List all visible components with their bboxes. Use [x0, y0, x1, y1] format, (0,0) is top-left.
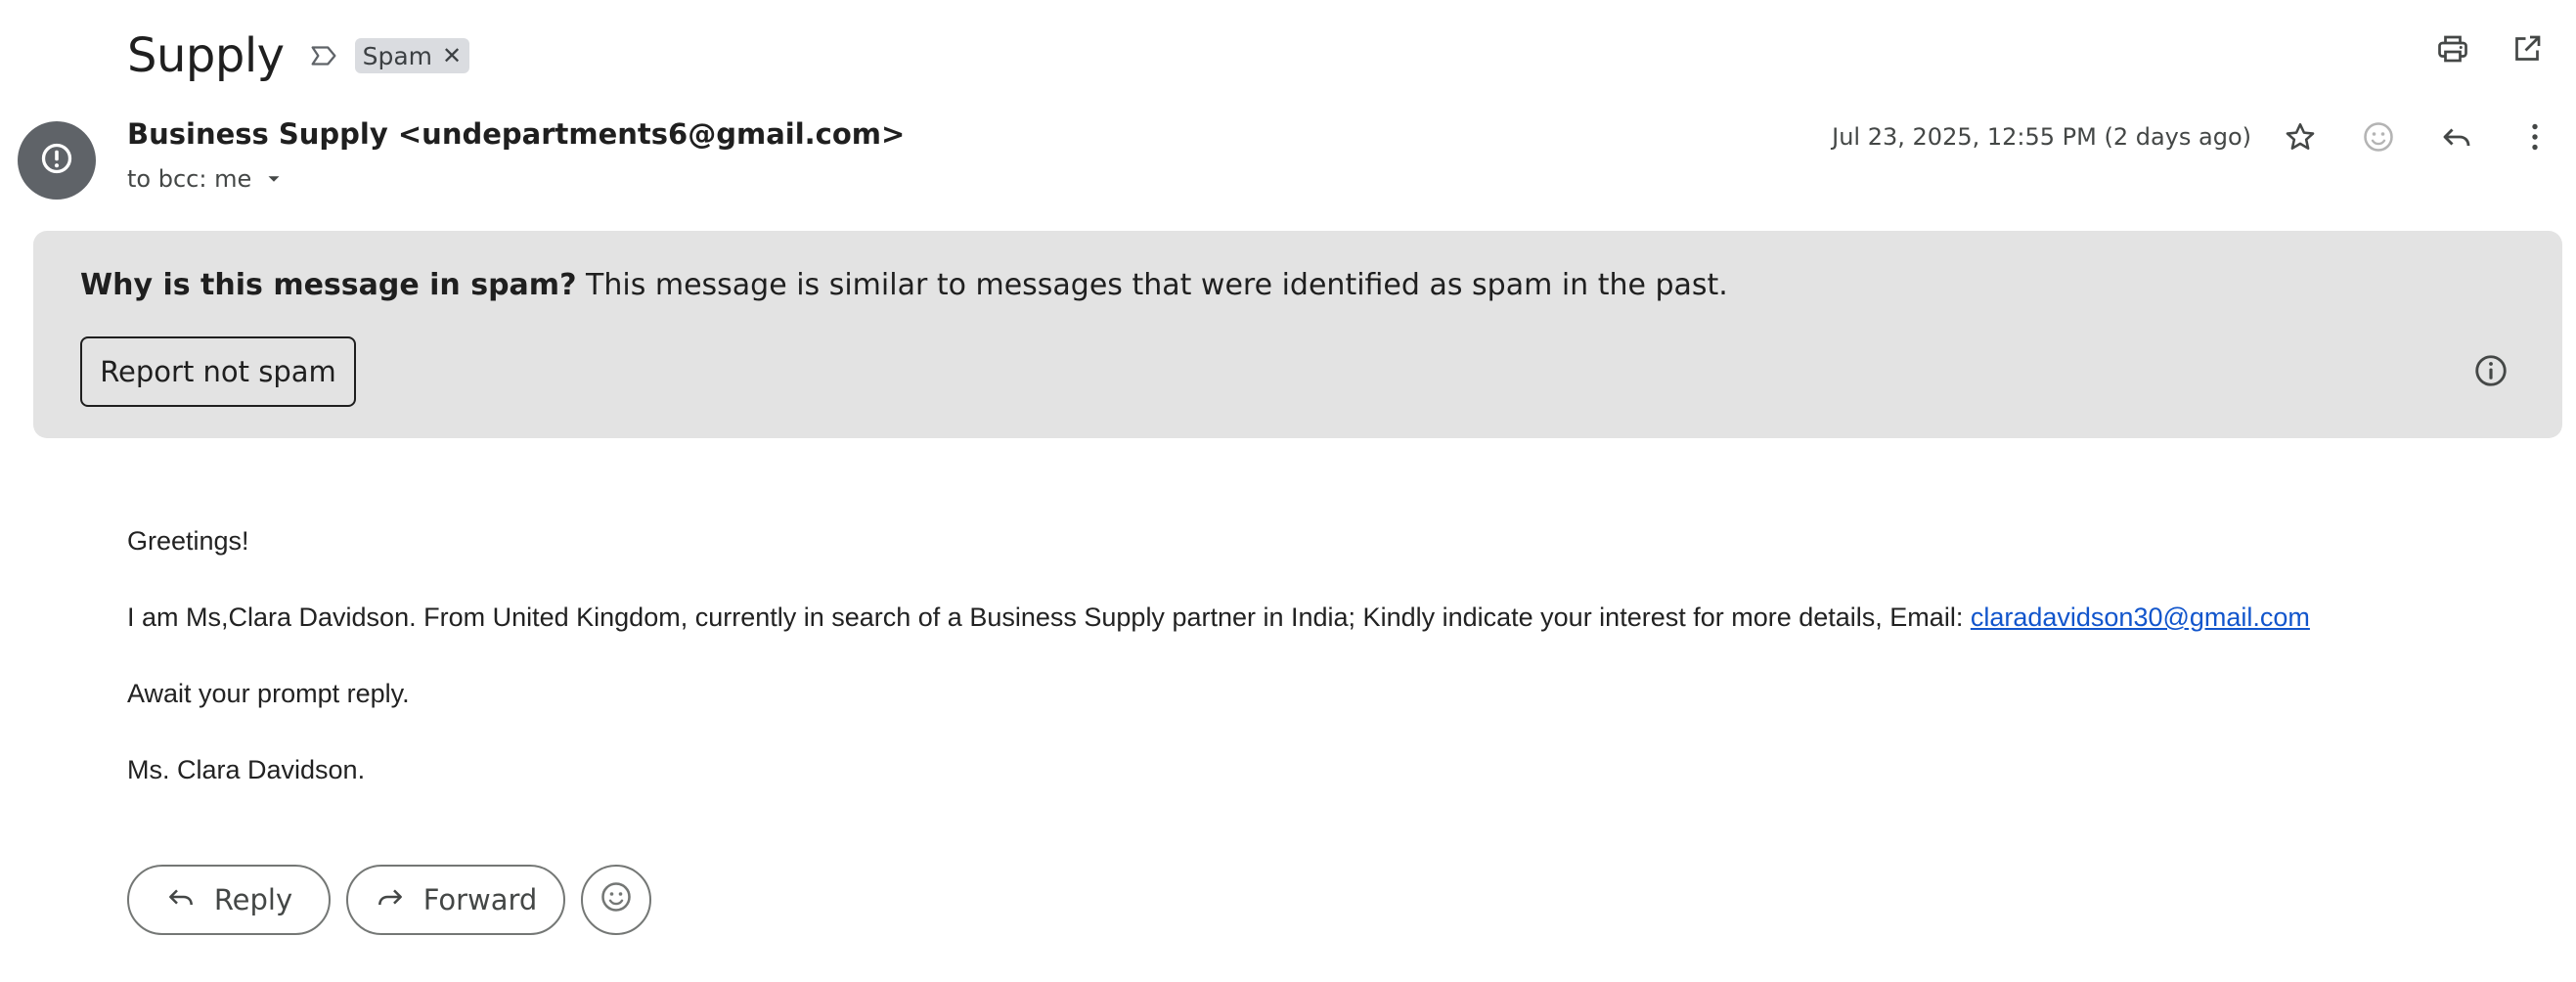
body-paragraph: I am Ms,Clara Davidson. From United King… [127, 603, 1964, 632]
info-icon[interactable] [2470, 350, 2511, 391]
more-vert-icon[interactable] [2515, 117, 2554, 156]
emoji-add-icon[interactable] [2359, 117, 2398, 156]
reply-button-label: Reply [213, 883, 293, 916]
forward-button-label: Forward [422, 883, 538, 916]
sender-name: Business Supply <undepartments6@gmail.co… [127, 117, 906, 151]
recipient-line: to bcc: me [127, 164, 289, 194]
spam-label-chip: Spam ✕ [354, 38, 470, 73]
recipient-text: to bcc: me [127, 165, 252, 193]
body-greeting: Greetings! [127, 526, 249, 556]
spam-label-text: Spam [362, 41, 432, 70]
message-date: Jul 23, 2025, 12:55 PM (2 days ago) [1832, 123, 2251, 151]
report-not-spam-button[interactable]: Report not spam [80, 336, 356, 407]
spam-warning-banner: Why is this message in spam? This messag… [33, 231, 2562, 438]
body-closing: Await your prompt reply. [127, 679, 410, 708]
top-actions [2433, 29, 2547, 68]
subject-row: Supply Spam ✕ [127, 22, 470, 90]
close-icon[interactable]: ✕ [442, 44, 462, 67]
emoji-add-icon [599, 879, 634, 921]
reply-icon[interactable] [2437, 117, 2476, 156]
caret-down-icon[interactable] [259, 164, 289, 194]
open-in-new-icon[interactable] [2508, 29, 2547, 68]
sender-avatar [18, 121, 96, 200]
label-outline-icon[interactable] [306, 38, 341, 73]
forward-button[interactable]: Forward [346, 865, 565, 935]
reply-button[interactable]: Reply [127, 865, 331, 935]
emoji-reaction-button[interactable] [581, 865, 651, 935]
body-signature: Ms. Clara Davidson. [127, 755, 366, 784]
spam-banner-text: Why is this message in spam? This messag… [80, 268, 1728, 302]
alert-circle-icon [39, 141, 74, 181]
message-meta-row: Jul 23, 2025, 12:55 PM (2 days ago) [1832, 117, 2554, 156]
spam-question: Why is this message in spam? [80, 268, 577, 302]
print-icon[interactable] [2433, 29, 2472, 68]
star-outline-icon[interactable] [2281, 117, 2320, 156]
reply-icon [165, 881, 197, 919]
email-subject: Supply [127, 28, 285, 83]
spam-explanation: This message is similar to messages that… [586, 268, 1728, 302]
forward-icon [375, 881, 406, 919]
body-paragraph-line: I am Ms,Clara Davidson. From United King… [127, 603, 2310, 633]
contact-email-link[interactable]: claradavidson30@gmail.com [1971, 603, 2310, 632]
